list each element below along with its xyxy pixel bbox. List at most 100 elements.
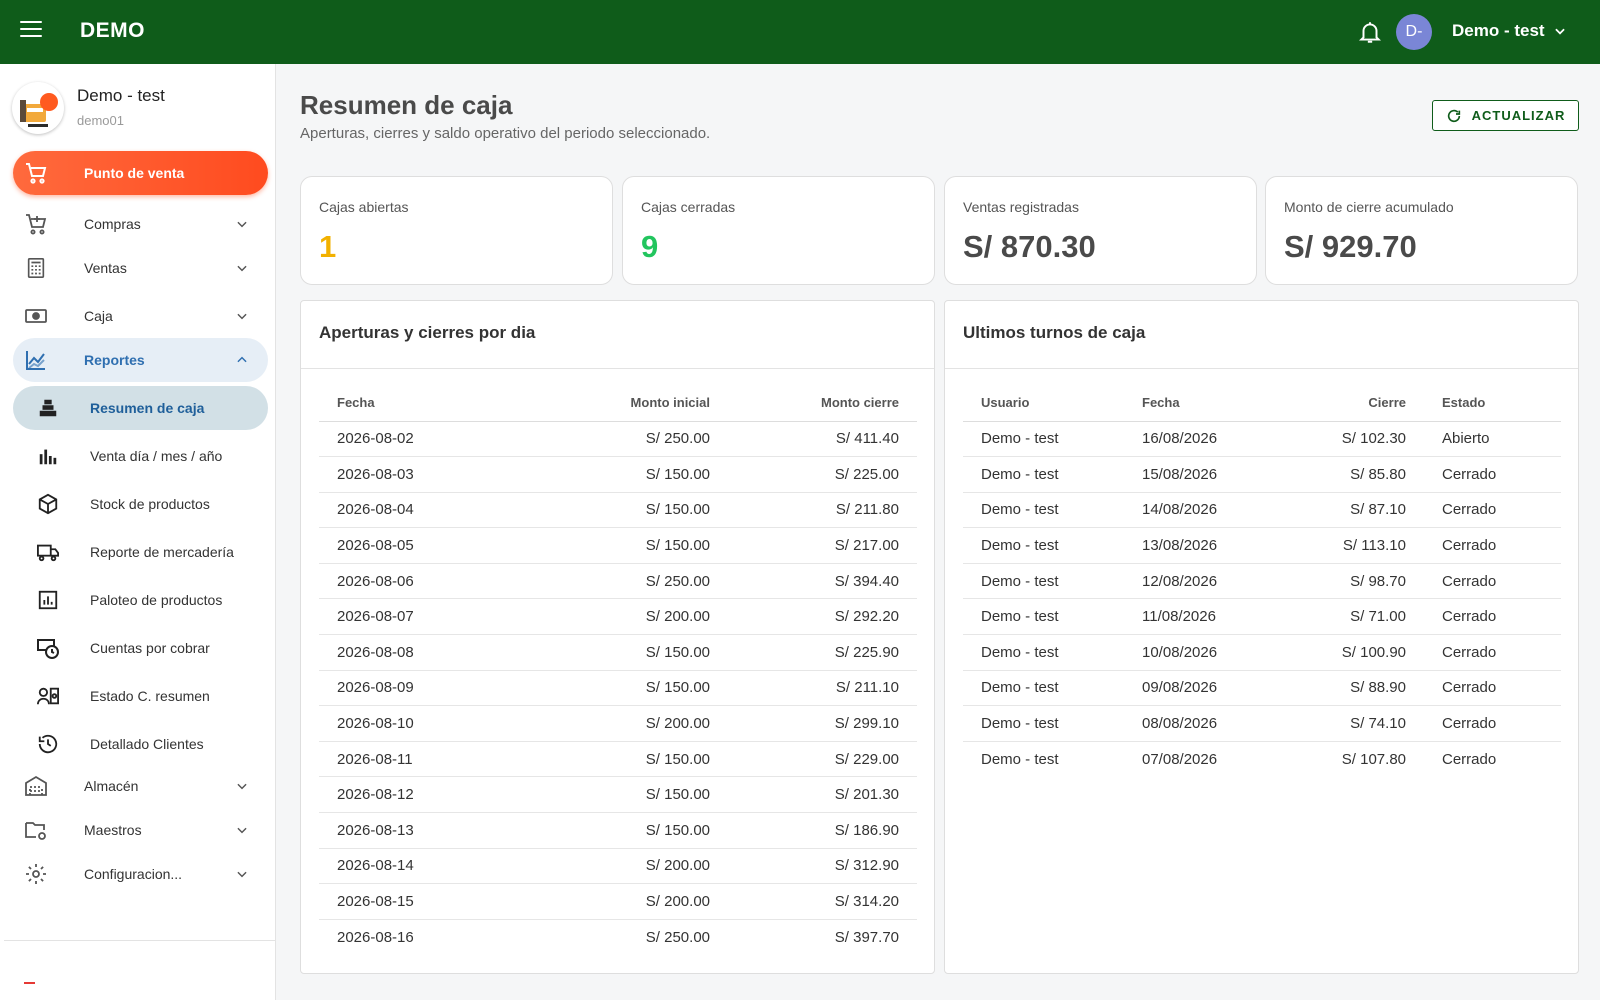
sidebar-subitem-venta-dia-mes-anio[interactable]: Venta día / mes / año — [13, 434, 268, 478]
stat-card-cajas-abiertas: Cajas abiertas 1 — [300, 176, 613, 285]
sidebar-item-compras[interactable]: Compras — [13, 202, 268, 246]
shifts-table: Usuario Fecha Cierre Estado Demo - test 1… — [963, 385, 1561, 777]
chevron-up-icon — [237, 356, 247, 363]
sidebar-subitem-stock-de-productos[interactable]: Stock de productos — [13, 482, 268, 526]
table-row: 2026-08-12 S/ 150.00 S/ 201.30 — [319, 776, 917, 814]
sidebar-subitem-cuentas-por-cobrar[interactable]: Cuentas por cobrar — [13, 626, 268, 670]
refresh-button[interactable]: ACTUALIZAR — [1432, 100, 1579, 131]
table-cell: S/ 150.00 — [539, 456, 728, 493]
chevron-down-icon — [237, 265, 247, 272]
stat-card-monto-cierre: Monto de cierre acumulado S/ 929.70 — [1265, 176, 1578, 285]
sidebar-item-label: Reportes — [84, 352, 145, 368]
sidebar-subitem-paloteo-de-productos[interactable]: Paloteo de productos — [13, 578, 268, 622]
profile-name: Demo - test — [77, 86, 165, 105]
table-cell: S/ 98.70 — [1274, 563, 1424, 600]
table-row: 2026-08-13 S/ 150.00 S/ 186.90 — [319, 812, 917, 849]
table-cell: S/ 100.90 — [1274, 634, 1424, 671]
table-cell: Demo - test — [963, 563, 1124, 600]
avatar[interactable]: D- — [1396, 14, 1432, 50]
table-cell: Cerrado — [1424, 598, 1561, 636]
table-cell: 2026-08-10 — [319, 705, 539, 742]
table-cell: S/ 217.00 — [728, 527, 917, 564]
sidebar-subitem-detallado-clientes[interactable]: Detallado Clientes — [13, 722, 268, 766]
refresh-label: ACTUALIZAR — [1471, 108, 1566, 123]
sidebar-subitem-reporte-de-mercaderia[interactable]: Reporte de mercadería — [13, 530, 268, 574]
column-header: Fecha — [1124, 385, 1274, 422]
table-cell: 2026-08-14 — [319, 848, 539, 885]
table-cell: Cerrado — [1424, 670, 1561, 707]
sidebar-item-caja[interactable]: Caja — [13, 294, 268, 338]
table-cell: S/ 397.70 — [834, 928, 899, 946]
table-cell: S/ 211.10 — [728, 670, 917, 707]
table-row: 2026-08-09 S/ 150.00 S/ 211.10 — [319, 670, 917, 707]
sidebar-item-label: Paloteo de productos — [90, 592, 223, 608]
table-cell: 10/08/2026 — [1124, 634, 1274, 671]
table-cell: 2026-08-06 — [319, 563, 539, 600]
table-cell: Cerrado — [1424, 634, 1561, 671]
table-cell: 2026-08-15 — [319, 883, 539, 920]
table-row: Demo - test 10/08/2026 S/ 100.90 Cerrado — [963, 634, 1561, 671]
table-cell: S/ 225.00 — [728, 456, 917, 493]
column-header: Cierre — [1274, 385, 1424, 422]
table-row: 2026-08-14 S/ 200.00 S/ 312.90 — [319, 848, 917, 885]
table-cell: Demo - test — [963, 456, 1124, 493]
chevron-down-icon — [1554, 28, 1565, 35]
sidebar-subitem-resumen-de-caja[interactable]: Resumen de caja — [13, 386, 268, 430]
stat-label: Ventas registradas — [963, 199, 1079, 215]
sidebar-item-ventas[interactable]: Ventas — [13, 246, 268, 290]
table-cell: S/ 150.00 — [539, 492, 728, 529]
table-cell: Demo - test — [963, 705, 1124, 742]
shifts-panel: Ultimos turnos de caja Usuario Fecha Cie… — [944, 300, 1579, 974]
warehouse-icon — [23, 773, 49, 799]
line-chart-icon — [23, 347, 49, 373]
user-menu-label: Demo - test — [1452, 21, 1545, 40]
stat-card-ventas-registradas: Ventas registradas S/ 870.30 — [944, 176, 1257, 285]
table-row: Demo - test 07/08/2026 S/ 107.80 Cerrado — [963, 741, 1561, 777]
user-menu-button[interactable]: Demo - test — [1452, 21, 1567, 41]
daily-table: Fecha Monto inicial Monto cierre 2026-08… — [319, 385, 917, 955]
table-cell: S/ 88.90 — [1274, 670, 1424, 707]
gear-icon — [23, 861, 49, 887]
panel-divider — [301, 368, 934, 369]
table-cell: S/ 200.00 — [539, 598, 728, 636]
table-cell: Demo - test — [963, 598, 1124, 636]
table-cell: S/ 292.20 — [728, 598, 917, 636]
table-cell: 2026-08-03 — [319, 456, 539, 493]
table-row: Demo - test 11/08/2026 S/ 71.00 Cerrado — [963, 598, 1561, 636]
table-cell: Cerrado — [1424, 527, 1561, 564]
table-cell: 11/08/2026 — [1124, 598, 1274, 636]
sidebar-item-punto-de-venta[interactable]: Punto de venta — [13, 151, 268, 195]
table-row: 2026-08-10 S/ 200.00 S/ 299.10 — [319, 705, 917, 742]
cash-register-icon — [35, 395, 61, 421]
chevron-down-icon — [237, 827, 247, 834]
stat-value: 1 — [319, 229, 337, 264]
table-cell: S/ 186.90 — [728, 812, 917, 849]
sidebar-item-label: Stock de productos — [90, 496, 210, 512]
notifications-icon[interactable] — [1357, 18, 1383, 46]
table-row: 2026-08-06 S/ 250.00 S/ 394.40 — [319, 563, 917, 600]
chevron-down-icon — [237, 783, 247, 790]
cart-add-icon — [23, 211, 49, 237]
table-cell: S/ 74.10 — [1274, 705, 1424, 742]
box-icon — [35, 491, 61, 517]
table-row: Demo - test 16/08/2026 S/ 102.30 Abierto — [963, 421, 1561, 458]
sidebar-item-maestros[interactable]: Maestros — [13, 808, 268, 852]
sidebar-subitem-estado-c-resumen[interactable]: Estado C. resumen — [13, 674, 268, 718]
table-cell: Cerrado — [1424, 705, 1561, 742]
table-cell: S/ 200.00 — [539, 883, 728, 920]
table-cell: S/ 150.00 — [539, 741, 728, 778]
sidebar-item-almacen[interactable]: Almacén — [13, 764, 268, 808]
sidebar-item-configuracion[interactable]: Configuracion... — [13, 852, 268, 896]
stat-label: Cajas abiertas — [319, 199, 409, 215]
table-cell: 2026-08-08 — [319, 634, 539, 671]
table-row: 2026-08-04 S/ 150.00 S/ 211.80 — [319, 492, 917, 529]
table-cell: 2026-08-16 — [337, 928, 414, 946]
table-cell: Abierto — [1424, 421, 1561, 458]
sidebar-item-reportes[interactable]: Reportes — [13, 338, 268, 382]
stat-card-cajas-cerradas: Cajas cerradas 9 — [622, 176, 935, 285]
table-cell: S/ 229.00 — [728, 741, 917, 778]
menu-icon[interactable] — [20, 21, 42, 39]
folder-settings-icon — [23, 817, 49, 843]
table-cell: 16/08/2026 — [1124, 421, 1274, 458]
table-cell: 08/08/2026 — [1124, 705, 1274, 742]
